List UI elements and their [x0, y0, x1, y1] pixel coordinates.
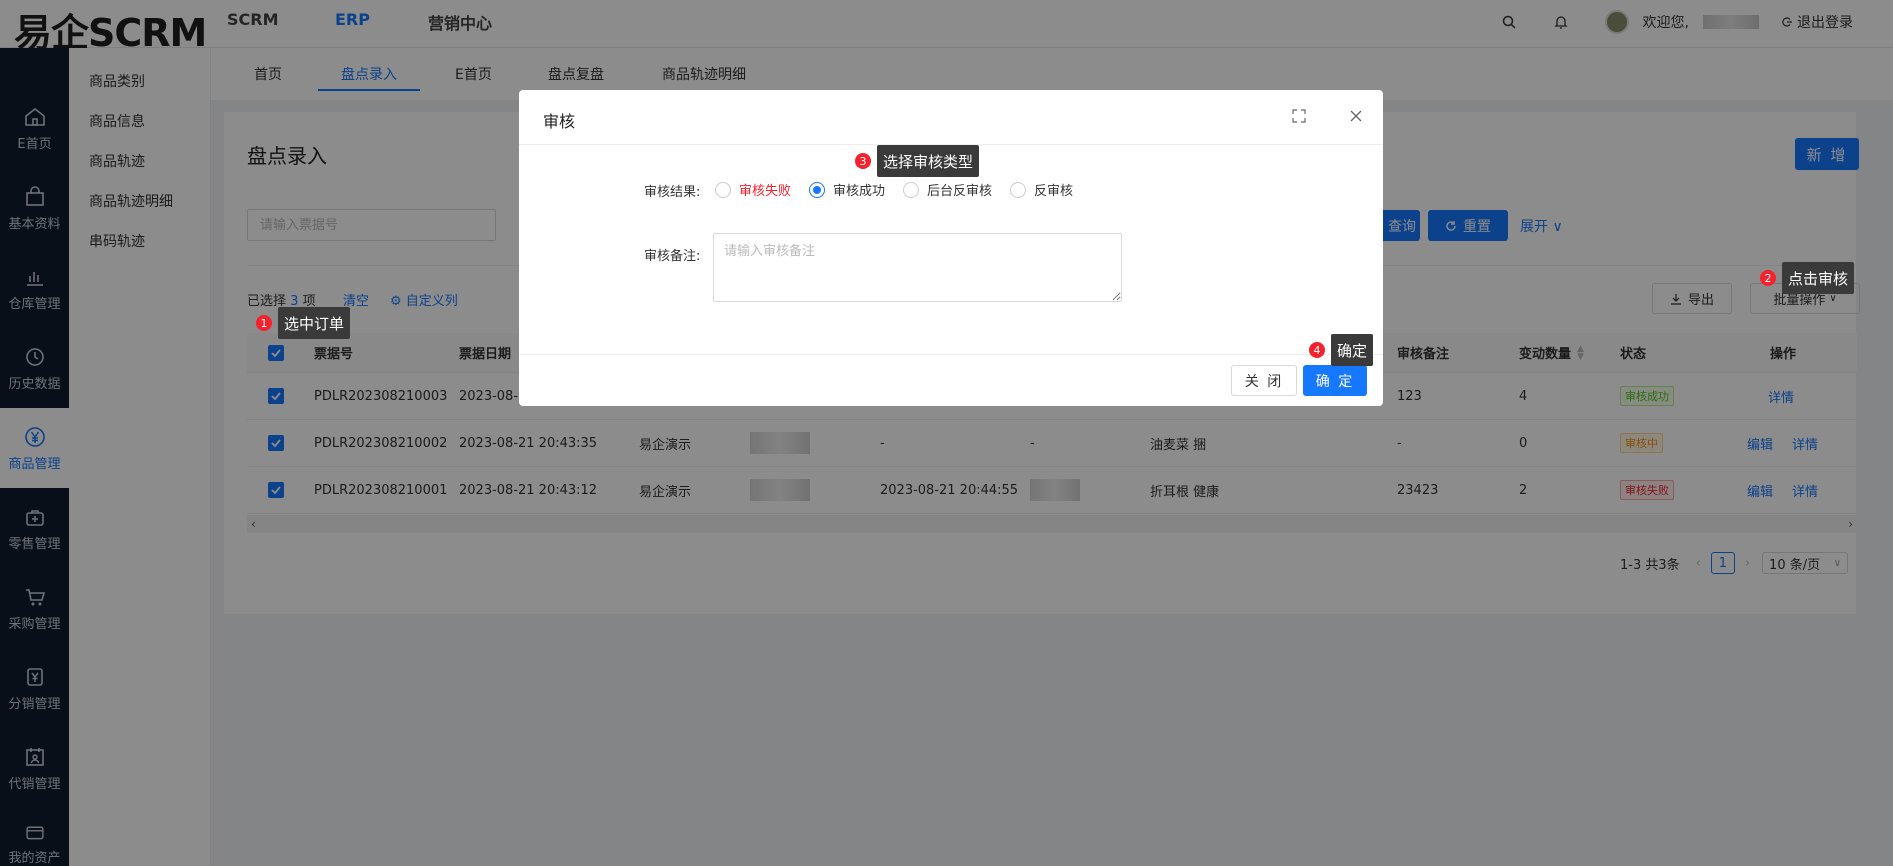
radio-audit-fail[interactable]: 审核失败 — [715, 180, 791, 199]
callout-2: 2 点击审核 — [1760, 262, 1855, 294]
result-label: 审核结果: — [644, 185, 701, 200]
modal-footer-divider — [519, 354, 1383, 355]
callout-3: 3 选择审核类型 — [855, 145, 980, 177]
radio-circle[interactable] — [715, 181, 731, 198]
audit-result-radio-group: 审核失败 审核成功 后台反审核 反审核 — [715, 180, 1091, 199]
callout-1: 1 选中订单 — [256, 307, 351, 339]
radio-unaudit[interactable]: 反审核 — [1010, 180, 1073, 199]
remark-label: 审核备注: — [644, 249, 701, 264]
audit-modal: 审核 审核结果: 审核失败 审核成功 后台反审核 反审核 审核备注: 关 闭 确… — [519, 90, 1383, 406]
radio-circle[interactable] — [809, 181, 826, 198]
fullscreen-icon[interactable] — [1291, 108, 1307, 124]
modal-title: 审核 — [543, 112, 576, 131]
radio-circle[interactable] — [1010, 181, 1027, 198]
radio-circle[interactable] — [903, 181, 920, 198]
modal-close-button[interactable]: 关 闭 — [1231, 365, 1297, 396]
audit-remark-textarea[interactable] — [713, 233, 1122, 302]
modal-confirm-button[interactable]: 确 定 — [1303, 365, 1367, 396]
callout-4: 4 确定 — [1309, 334, 1374, 366]
radio-backend-unaudit[interactable]: 后台反审核 — [903, 180, 992, 199]
close-icon[interactable] — [1348, 108, 1364, 124]
radio-audit-success[interactable]: 审核成功 — [809, 180, 885, 199]
